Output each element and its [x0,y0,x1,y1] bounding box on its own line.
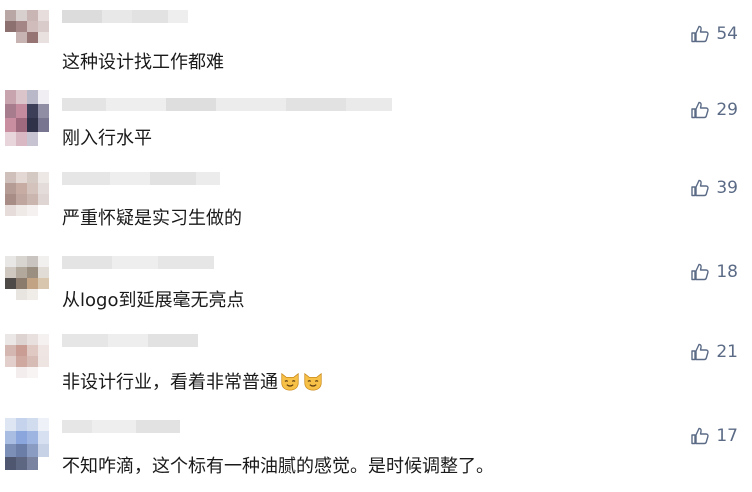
comment-text-body: 非设计行业，看着非常普通 [62,372,278,393]
like-button[interactable]: 17 [690,426,738,446]
avatar[interactable] [5,334,49,378]
comment-item: 这种设计找工作都难 54 [0,8,752,88]
comment-text: 刚入行水平 [62,128,152,149]
like-count: 39 [716,178,738,198]
avatar[interactable] [5,172,49,216]
like-button[interactable]: 18 [690,262,738,282]
username-blurred[interactable] [62,172,220,198]
like-count: 18 [716,262,738,282]
comment-text: 不知咋滴，这个标有一种油腻的感觉。是时候调整了。 [62,456,494,477]
comment-text: 非设计行业，看着非常普通 [62,370,324,394]
username-blurred[interactable] [62,256,214,282]
like-button[interactable]: 39 [690,178,738,198]
like-button[interactable]: 29 [690,100,738,120]
avatar[interactable] [5,10,49,54]
username-blurred[interactable] [62,334,198,360]
username-blurred[interactable] [62,420,180,446]
cat-face-icon [281,372,299,391]
comment-item: 不知咋滴，这个标有一种油腻的感觉。是时候调整了。 17 [0,412,752,492]
like-button[interactable]: 21 [690,342,738,362]
comment-item: 非设计行业，看着非常普通 21 [0,330,752,410]
avatar[interactable] [5,256,49,300]
like-count: 54 [716,24,738,44]
comment-item: 刚入行水平 29 [0,88,752,168]
comment-text: 严重怀疑是实习生做的 [62,208,242,229]
comment-item: 从logo到延展毫无亮点 18 [0,250,752,330]
thumbs-up-icon [691,179,710,197]
avatar[interactable] [5,90,49,146]
like-count: 29 [716,100,738,120]
like-count: 17 [716,426,738,446]
thumbs-up-icon [691,25,710,43]
thumbs-up-icon [691,427,710,445]
username-blurred[interactable] [62,98,392,124]
like-button[interactable]: 54 [690,24,738,44]
cat-face-icon [304,372,322,391]
username-blurred[interactable] [62,10,188,36]
comment-text: 从logo到延展毫无亮点 [62,290,245,311]
comment-text: 这种设计找工作都难 [62,52,224,73]
avatar[interactable] [5,418,49,470]
thumbs-up-icon [691,263,710,281]
comment-item: 严重怀疑是实习生做的 39 [0,168,752,248]
thumbs-up-icon [691,101,710,119]
thumbs-up-icon [691,343,710,361]
like-count: 21 [716,342,738,362]
